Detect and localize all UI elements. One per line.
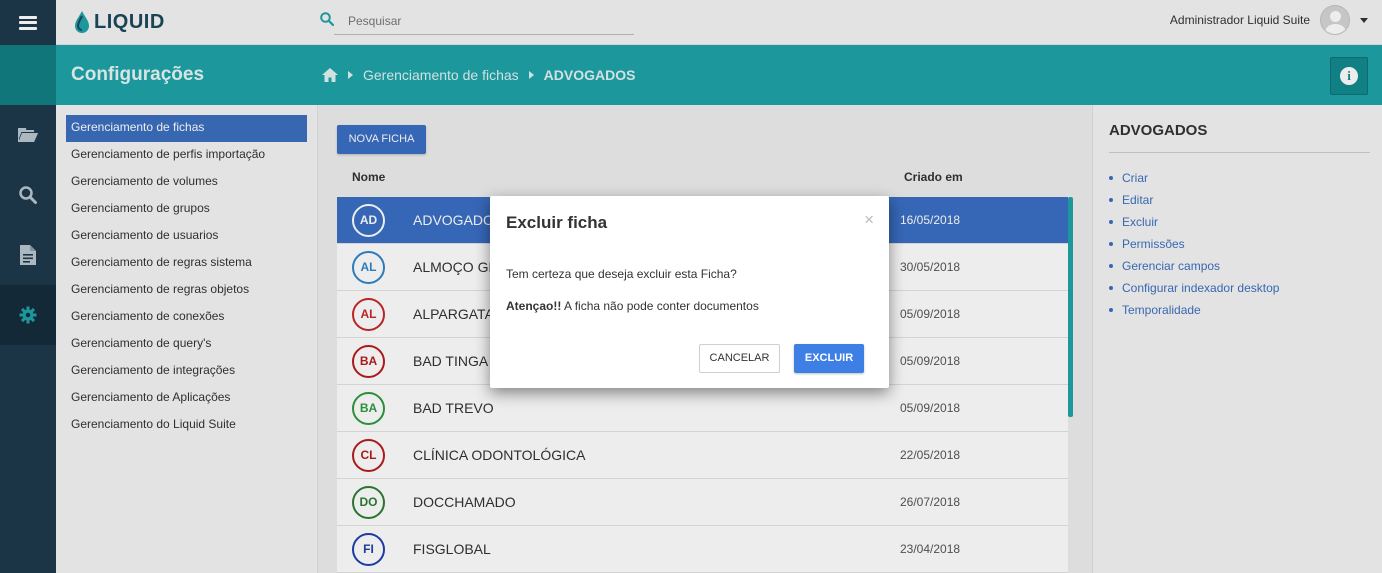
dialog-question: Tem certeza que deseja excluir esta Fich… [506,267,737,281]
dialog-warning: Atençao!! A ficha não pode conter docume… [506,299,759,313]
cancel-button[interactable]: CANCELAR [699,344,780,373]
confirm-delete-button[interactable]: EXCLUIR [794,344,864,373]
warning-label: Atençao!! [506,299,562,313]
warning-text: A ficha não pode conter documentos [561,299,759,313]
delete-ficha-dialog: Excluir ficha × Tem certeza que deseja e… [490,196,889,388]
close-icon[interactable]: × [864,210,874,230]
dialog-title: Excluir ficha [506,213,608,232]
